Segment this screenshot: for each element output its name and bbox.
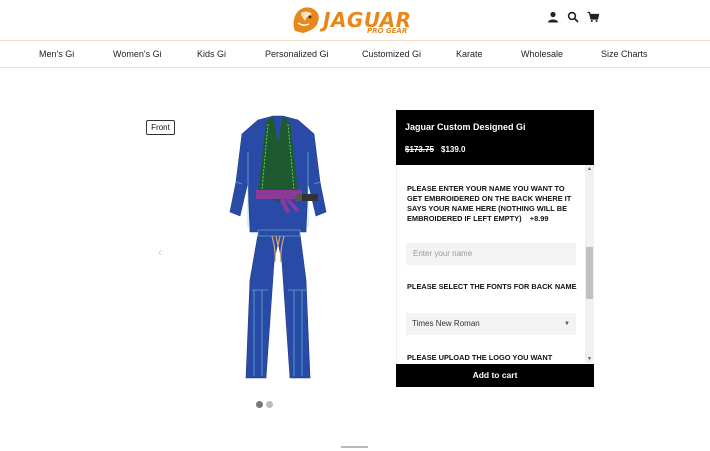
nav-wholesale[interactable]: Wholesale (521, 49, 563, 59)
option-font-label: PLEASE SELECT THE FONTS FOR BACK NAME (407, 282, 577, 291)
name-input[interactable]: Enter your name (406, 243, 576, 265)
gallery-dots (256, 401, 273, 408)
site-header: JAGUAR PRO GEAR (0, 0, 710, 40)
scroll-up-icon[interactable]: ▲ (587, 166, 592, 172)
nav-karate[interactable]: Karate (456, 49, 483, 59)
product-title: Jaguar Custom Designed Gi (405, 122, 526, 132)
nav-mens-gi[interactable]: Men's Gi (39, 49, 74, 59)
price-sale: $139.0 (441, 145, 466, 154)
option-logo-label: PLEASE UPLOAD THE LOGO YOU WANT (407, 353, 553, 362)
nav-personalized-gi[interactable]: Personalized Gi (265, 49, 329, 59)
page-indicator-bar (341, 446, 368, 448)
nav-kids-gi[interactable]: Kids Gi (197, 49, 226, 59)
price-original: $173.75 (405, 145, 434, 154)
add-to-cart-button[interactable]: Add to cart (396, 364, 594, 387)
search-icon[interactable] (567, 11, 579, 23)
user-icon[interactable] (547, 11, 559, 23)
cart-icon[interactable] (587, 11, 599, 23)
jaguar-head-icon (293, 7, 319, 33)
gi-product-image[interactable] (228, 112, 328, 384)
nav-customized-gi[interactable]: Customized Gi (362, 49, 421, 59)
gallery-dot-1[interactable] (256, 401, 263, 408)
header-icons (547, 11, 599, 23)
scroll-down-icon[interactable]: ▼ (587, 356, 592, 362)
gallery-prev-arrow[interactable]: ‹ (158, 245, 162, 259)
nav-size-charts[interactable]: Size Charts (601, 49, 648, 59)
options-scrollbar[interactable]: ▲ ▼ (585, 165, 594, 363)
option-name-price: +8.99 (529, 214, 549, 223)
chevron-down-icon: ▼ (564, 321, 570, 327)
brand-logo[interactable]: JAGUAR PRO GEAR (289, 3, 419, 37)
view-label-front: Front (146, 120, 175, 135)
product-header: Jaguar Custom Designed Gi $173.75 $139.0 (396, 110, 594, 165)
brand-tagline: PRO GEAR (367, 27, 408, 35)
nav-womens-gi[interactable]: Women's Gi (113, 49, 162, 59)
scroll-thumb[interactable] (586, 247, 593, 299)
gallery-dot-2[interactable] (266, 401, 273, 408)
font-select-value: Times New Roman (412, 319, 480, 328)
option-name-label: PLEASE ENTER YOUR NAME YOU WANT TO GET E… (407, 184, 579, 224)
product-options-panel[interactable]: PLEASE ENTER YOUR NAME YOU WANT TO GET E… (396, 165, 594, 363)
font-select[interactable]: Times New Roman ▼ (406, 313, 576, 335)
main-nav: Men's Gi Women's Gi Kids Gi Personalized… (0, 40, 710, 68)
